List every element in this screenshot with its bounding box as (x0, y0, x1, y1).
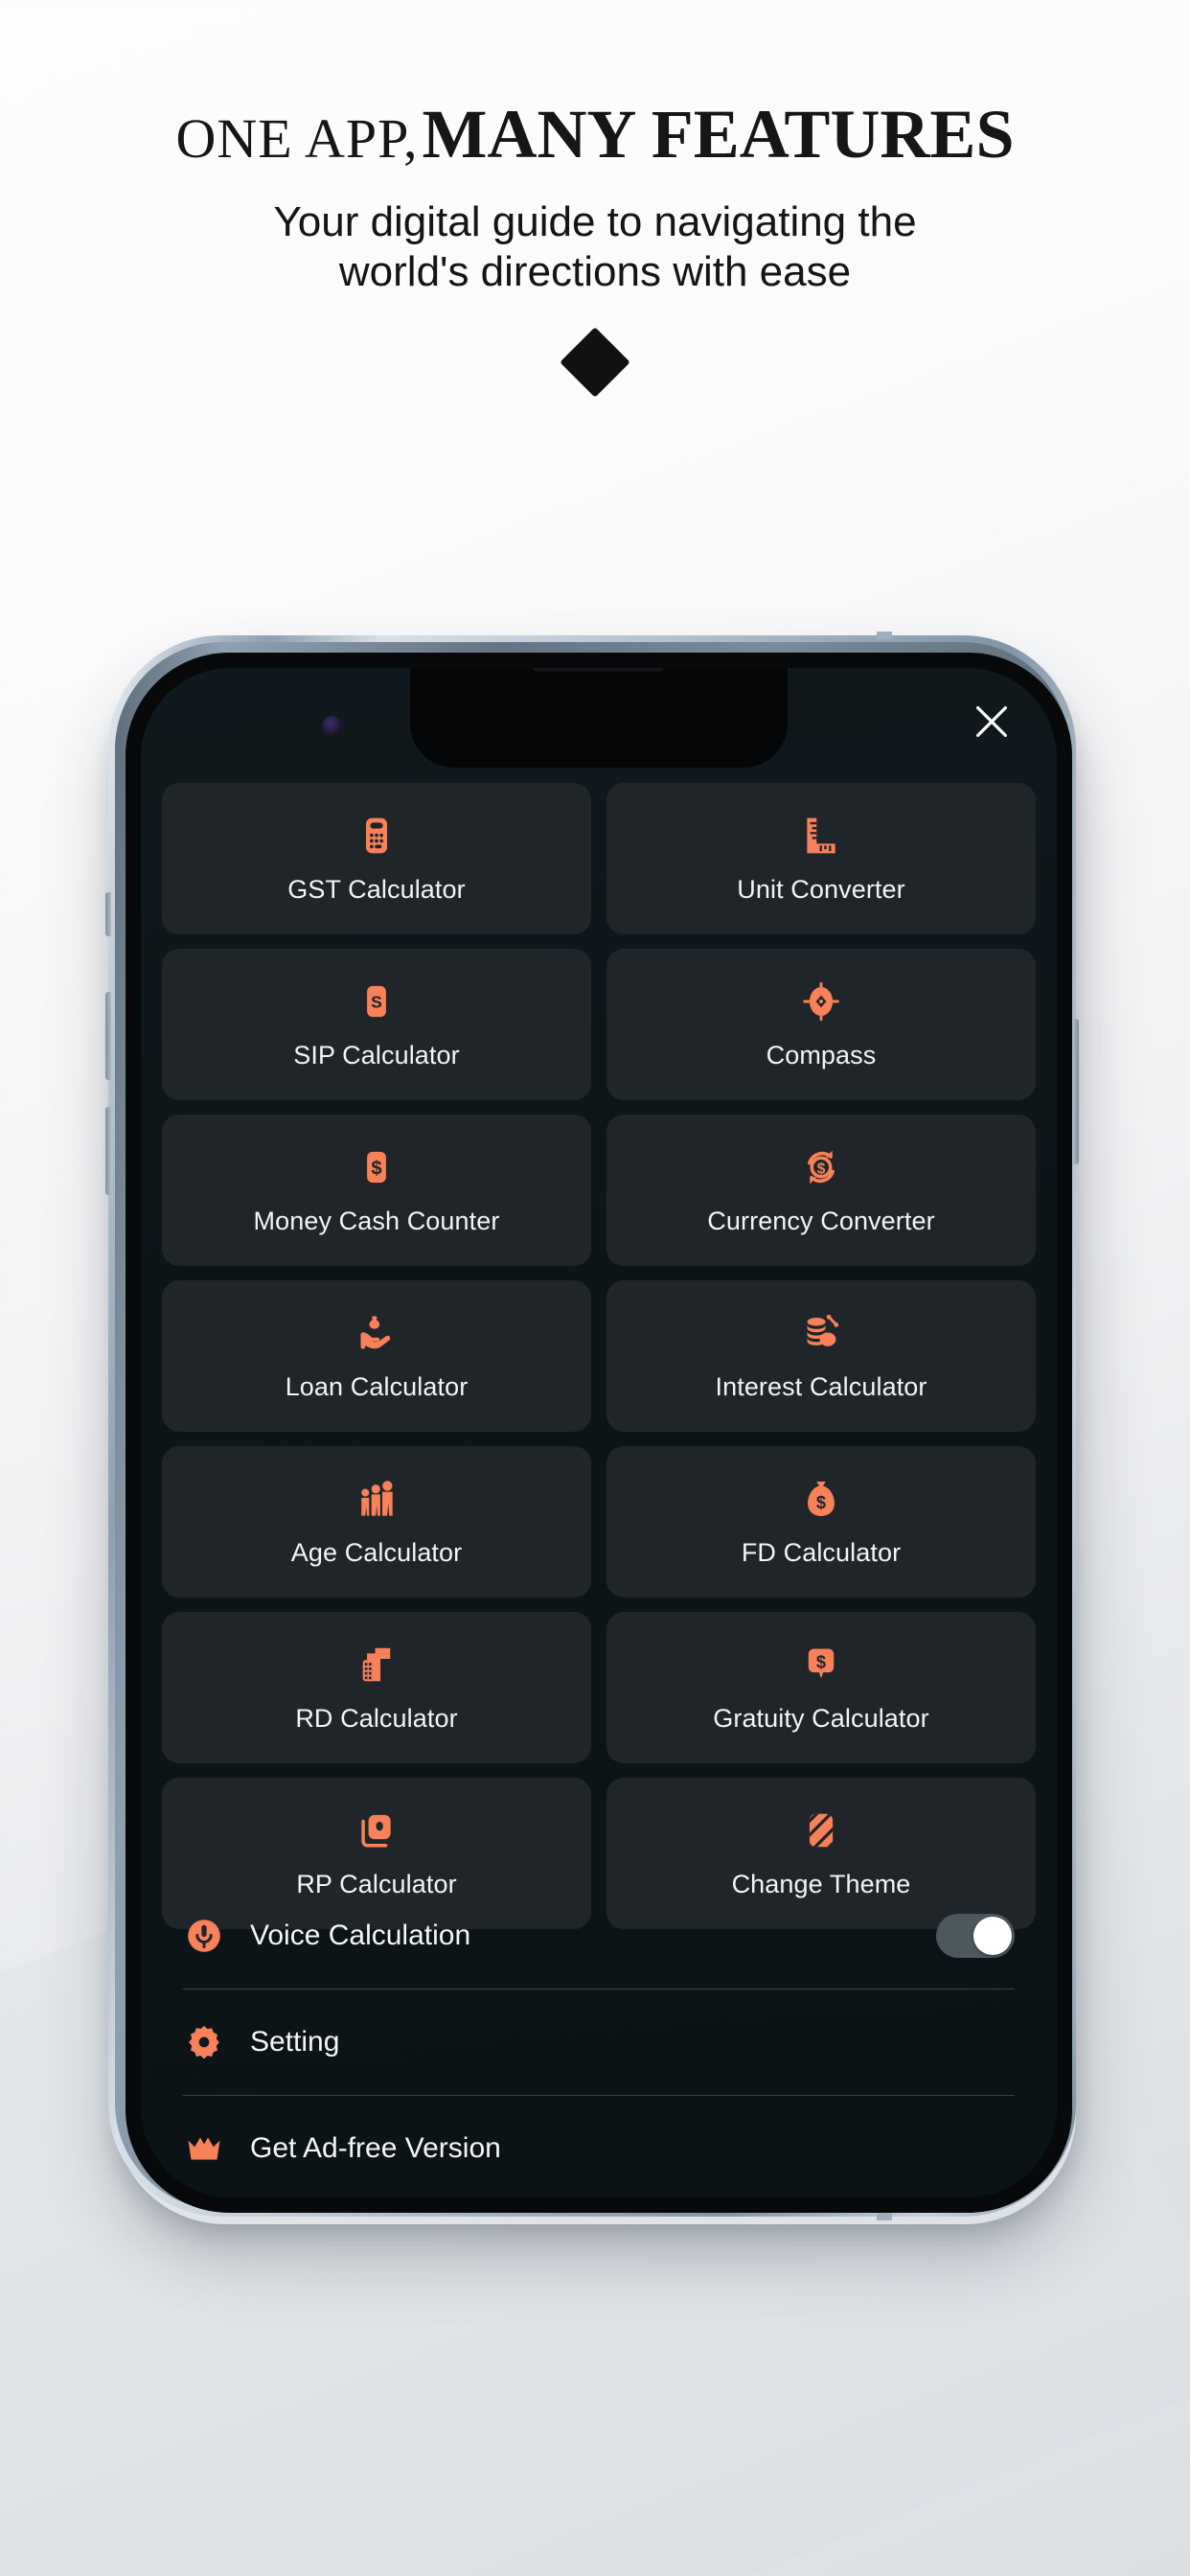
tile-compass[interactable]: Compass (606, 949, 1036, 1100)
tile-gratuity-calculator[interactable]: $ Gratuity Calculator (606, 1612, 1036, 1763)
diamond-icon (560, 327, 630, 398)
settings-list: Voice Calculation Setting Get Ad-free Ve… (162, 1883, 1036, 2197)
phone-mockup: GST Calculator Unit Converter S SIP Calc… (105, 632, 1082, 2220)
list-item-label: Setting (250, 2026, 340, 2058)
tile-rd-calculator[interactable]: RD Calculator (162, 1612, 591, 1763)
coins-percent-icon (798, 1310, 844, 1356)
earpiece-speaker (532, 668, 666, 672)
tile-label: Age Calculator (290, 1538, 463, 1567)
tile-label: Loan Calculator (285, 1372, 469, 1401)
tile-age-calculator[interactable]: Age Calculator (162, 1446, 591, 1598)
tile-label: SIP Calculator (293, 1041, 460, 1070)
svg-text:$: $ (371, 1158, 381, 1179)
volume-down-button[interactable] (105, 1107, 111, 1195)
microphone-icon (183, 1915, 225, 1957)
page-title: ONE APP, MANY FEATURES (0, 100, 1190, 169)
page-subtitle: Your digital guide to navigating the wor… (0, 197, 1190, 297)
people-icon (354, 1476, 400, 1522)
mute-switch[interactable] (105, 892, 111, 936)
antenna-band-bottom (877, 2213, 892, 2220)
app-menu-screen: GST Calculator Unit Converter S SIP Calc… (141, 668, 1057, 2197)
tile-interest-calculator[interactable]: Interest Calculator (606, 1280, 1036, 1432)
feature-grid: GST Calculator Unit Converter S SIP Calc… (162, 783, 1036, 1929)
page-title-part-one: ONE APP, (175, 107, 419, 170)
phone-screen: GST Calculator Unit Converter S SIP Calc… (141, 668, 1057, 2197)
header: ONE APP, MANY FEATURES Your digital guid… (0, 0, 1190, 398)
list-item-voice-calculation[interactable]: Voice Calculation (162, 1883, 1036, 1989)
svg-text:S: S (371, 993, 382, 1012)
tile-label: Compass (766, 1041, 877, 1070)
volume-up-button[interactable] (105, 992, 111, 1080)
tile-label: Gratuity Calculator (713, 1704, 929, 1733)
close-button[interactable] (961, 691, 1022, 752)
compass-icon (798, 978, 844, 1024)
hand-money-icon (354, 1310, 400, 1356)
tile-loan-calculator[interactable]: Loan Calculator (162, 1280, 591, 1432)
money-bag-icon: $ (798, 1476, 844, 1522)
calculator-icon (354, 813, 400, 859)
dollar-badge-icon: $ (354, 1144, 400, 1190)
list-item-label: Get Ad-free Version (250, 2132, 501, 2164)
toggle-knob (973, 1917, 1012, 1955)
svg-text:$: $ (816, 1651, 826, 1671)
tile-money-cash-counter[interactable]: $ Money Cash Counter (162, 1115, 591, 1266)
crown-icon (183, 2128, 225, 2170)
voice-calculation-toggle[interactable] (936, 1914, 1015, 1958)
tile-sip-calculator[interactable]: S SIP Calculator (162, 949, 591, 1100)
s-badge-icon: S (354, 978, 400, 1024)
tile-label: Unit Converter (737, 875, 905, 904)
list-item-get-ad-free-version[interactable]: Get Ad-free Version (162, 2096, 1036, 2197)
currency-exchange-icon: $ (798, 1144, 844, 1190)
cash-register-icon (354, 1642, 400, 1688)
power-button[interactable] (1073, 1019, 1079, 1164)
tile-label: RD Calculator (295, 1704, 458, 1733)
tile-label: FD Calculator (741, 1538, 902, 1567)
page-subtitle-line-1: Your digital guide to navigating the (273, 198, 917, 245)
list-item-label: Voice Calculation (250, 1920, 471, 1951)
phone-outer-frame: GST Calculator Unit Converter S SIP Calc… (105, 632, 1079, 2220)
tile-currency-converter[interactable]: $ Currency Converter (606, 1115, 1036, 1266)
tile-label: Money Cash Counter (253, 1207, 500, 1235)
tile-label: GST Calculator (287, 875, 466, 904)
tile-fd-calculator[interactable]: $ FD Calculator (606, 1446, 1036, 1598)
stripes-icon (798, 1807, 844, 1853)
phone-inner-frame: GST Calculator Unit Converter S SIP Calc… (115, 642, 1072, 2213)
close-icon (970, 700, 1014, 744)
phone-body: GST Calculator Unit Converter S SIP Calc… (126, 653, 1072, 2213)
stacked-cards-icon (354, 1807, 400, 1853)
tile-label: Interest Calculator (715, 1372, 927, 1401)
list-item-setting[interactable]: Setting (162, 1990, 1036, 2095)
gear-icon (183, 2021, 225, 2063)
page-subtitle-line-2: world's directions with ease (338, 247, 852, 295)
tile-gst-calculator[interactable]: GST Calculator (162, 783, 591, 934)
dollar-pin-icon: $ (798, 1642, 844, 1688)
svg-text:$: $ (816, 1492, 826, 1512)
antenna-band-top (877, 632, 892, 639)
front-camera-icon (322, 716, 343, 737)
ruler-icon (798, 813, 844, 859)
phone-notch (410, 668, 788, 768)
tile-unit-converter[interactable]: Unit Converter (606, 783, 1036, 934)
page-title-part-two: MANY FEATURES (422, 96, 1015, 172)
tile-label: Currency Converter (707, 1207, 935, 1235)
svg-text:$: $ (817, 1162, 826, 1178)
